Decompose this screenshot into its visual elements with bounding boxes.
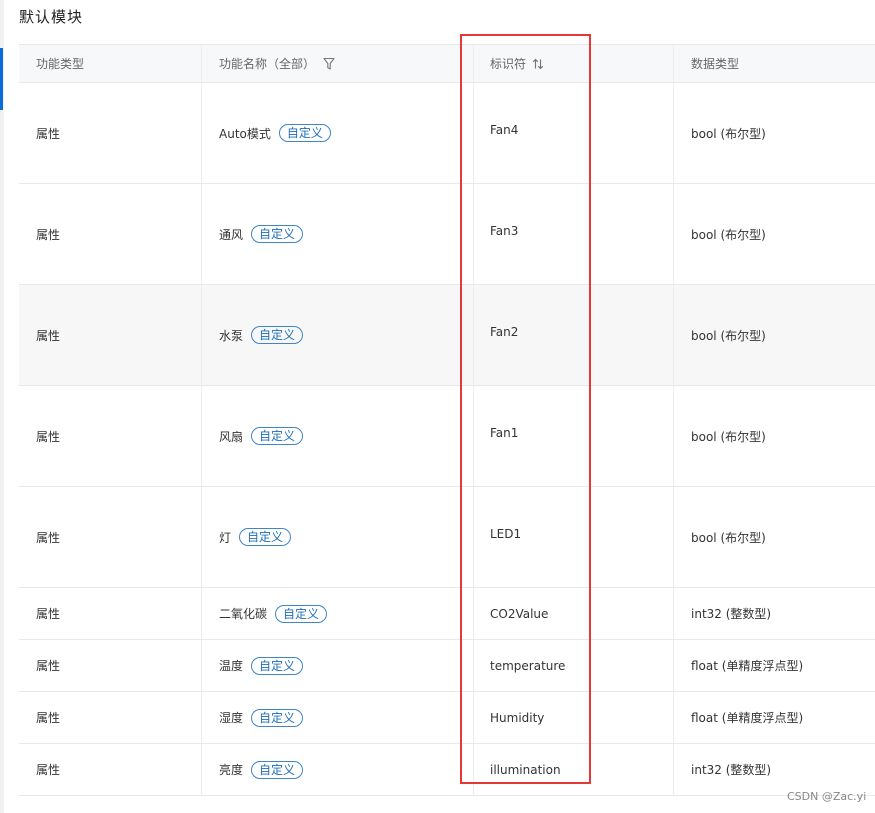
cell-data-type: int32 (整数型)	[691, 763, 772, 777]
cell-identifier: Fan2	[474, 285, 674, 385]
cell-type: 属性	[19, 744, 202, 795]
cell-name: 灯 自定义	[202, 487, 474, 587]
cell-data-type: float (单精度浮点型)	[691, 711, 804, 725]
watermark: CSDN @Zac.yi	[787, 790, 867, 803]
cell-type: 属性	[19, 487, 202, 587]
active-indicator	[0, 48, 3, 110]
custom-tag: 自定义	[239, 528, 292, 546]
custom-tag: 自定义	[251, 225, 304, 243]
cell-name: 温度 自定义	[202, 640, 474, 691]
identifier-text: Fan2	[490, 325, 519, 339]
cell-data-type: bool (布尔型)	[691, 429, 766, 444]
table-row: 属性 二氧化碳 自定义 CO2Value int32 (整数型)	[19, 588, 875, 640]
cell-name: Auto模式 自定义	[202, 83, 474, 183]
header-type: 功能类型	[19, 45, 202, 82]
cell-type: 属性	[19, 640, 202, 691]
cell-identifier: Humidity	[474, 692, 674, 743]
cell-identifier: LED1	[474, 487, 674, 587]
identifier-text: LED1	[490, 527, 522, 541]
custom-tag: 自定义	[251, 656, 304, 675]
custom-tag: 自定义	[251, 708, 304, 727]
cell-type: 属性	[19, 285, 202, 385]
table-row: 属性 湿度 自定义 Humidity float (单精度浮点型)	[19, 692, 875, 744]
identifier-text: illumination	[490, 762, 561, 777]
function-name: 亮度	[219, 763, 244, 777]
section-title: 默认模块	[19, 8, 84, 26]
function-table: 功能类型 功能名称（全部） 标识符 数据类型 属性 Auto模式 自定义 Fan…	[19, 44, 875, 796]
cell-data-type: float (单精度浮点型)	[691, 659, 804, 673]
function-name: 风扇	[219, 429, 244, 444]
cell-type: 属性	[19, 692, 202, 743]
cell-type: 属性	[19, 588, 202, 639]
cell-data-type: int32 (整数型)	[691, 607, 772, 621]
cell-data-type: bool (布尔型)	[691, 328, 766, 343]
identifier-text: Humidity	[490, 710, 545, 725]
cell-identifier: illumination	[474, 744, 674, 795]
function-name: 灯	[219, 530, 232, 545]
header-type-label: 功能类型	[36, 57, 85, 71]
cell-identifier: Fan1	[474, 386, 674, 486]
cell-data-type: bool (布尔型)	[691, 227, 766, 242]
header-data-type-label: 数据类型	[691, 57, 740, 71]
cell-name: 亮度 自定义	[202, 744, 474, 795]
table-row: 属性 通风 自定义 Fan3 bool (布尔型)	[19, 184, 875, 285]
table-row: 属性 Auto模式 自定义 Fan4 bool (布尔型)	[19, 83, 875, 184]
left-rail	[0, 0, 4, 813]
cell-name: 二氧化碳 自定义	[202, 588, 474, 639]
cell-name: 水泵 自定义	[202, 285, 474, 385]
function-name: 二氧化碳	[219, 607, 268, 621]
custom-tag: 自定义	[251, 427, 304, 445]
cell-identifier: Fan3	[474, 184, 674, 284]
function-name: Auto模式	[219, 126, 271, 141]
table-row: 属性 亮度 自定义 illumination int32 (整数型)	[19, 744, 875, 796]
custom-tag: 自定义	[251, 760, 304, 779]
header-identifier[interactable]: 标识符	[474, 45, 674, 82]
table-row: 属性 温度 自定义 temperature float (单精度浮点型)	[19, 640, 875, 692]
filter-icon[interactable]	[323, 57, 335, 71]
sort-icon[interactable]	[532, 58, 544, 70]
cell-name: 通风 自定义	[202, 184, 474, 284]
table-header: 功能类型 功能名称（全部） 标识符 数据类型	[19, 45, 875, 83]
identifier-text: Fan3	[490, 224, 519, 238]
custom-tag: 自定义	[251, 326, 304, 344]
custom-tag: 自定义	[278, 124, 331, 142]
identifier-text: CO2Value	[490, 606, 549, 621]
function-name: 温度	[219, 659, 244, 673]
header-identifier-label: 标识符	[490, 57, 527, 71]
cell-type: 属性	[19, 83, 202, 183]
function-name: 水泵	[219, 328, 244, 343]
custom-tag: 自定义	[275, 604, 328, 623]
header-data-type: 数据类型	[674, 45, 875, 82]
cell-type: 属性	[19, 184, 202, 284]
identifier-text: Fan4	[490, 123, 519, 137]
table-row: 属性 水泵 自定义 Fan2 bool (布尔型)	[19, 285, 875, 386]
cell-name: 风扇 自定义	[202, 386, 474, 486]
cell-identifier: CO2Value	[474, 588, 674, 639]
cell-identifier: temperature	[474, 640, 674, 691]
table-row: 属性 灯 自定义 LED1 bool (布尔型)	[19, 487, 875, 588]
cell-data-type: bool (布尔型)	[691, 126, 766, 141]
identifier-text: temperature	[490, 658, 566, 673]
header-name-label: 功能名称（全部）	[219, 57, 316, 71]
identifier-text: Fan1	[490, 426, 519, 440]
cell-data-type: bool (布尔型)	[691, 530, 766, 545]
function-name: 通风	[219, 227, 244, 242]
function-name: 湿度	[219, 711, 244, 725]
cell-identifier: Fan4	[474, 83, 674, 183]
table-row: 属性 风扇 自定义 Fan1 bool (布尔型)	[19, 386, 875, 487]
cell-name: 湿度 自定义	[202, 692, 474, 743]
header-name[interactable]: 功能名称（全部）	[202, 45, 474, 82]
cell-type: 属性	[19, 386, 202, 486]
